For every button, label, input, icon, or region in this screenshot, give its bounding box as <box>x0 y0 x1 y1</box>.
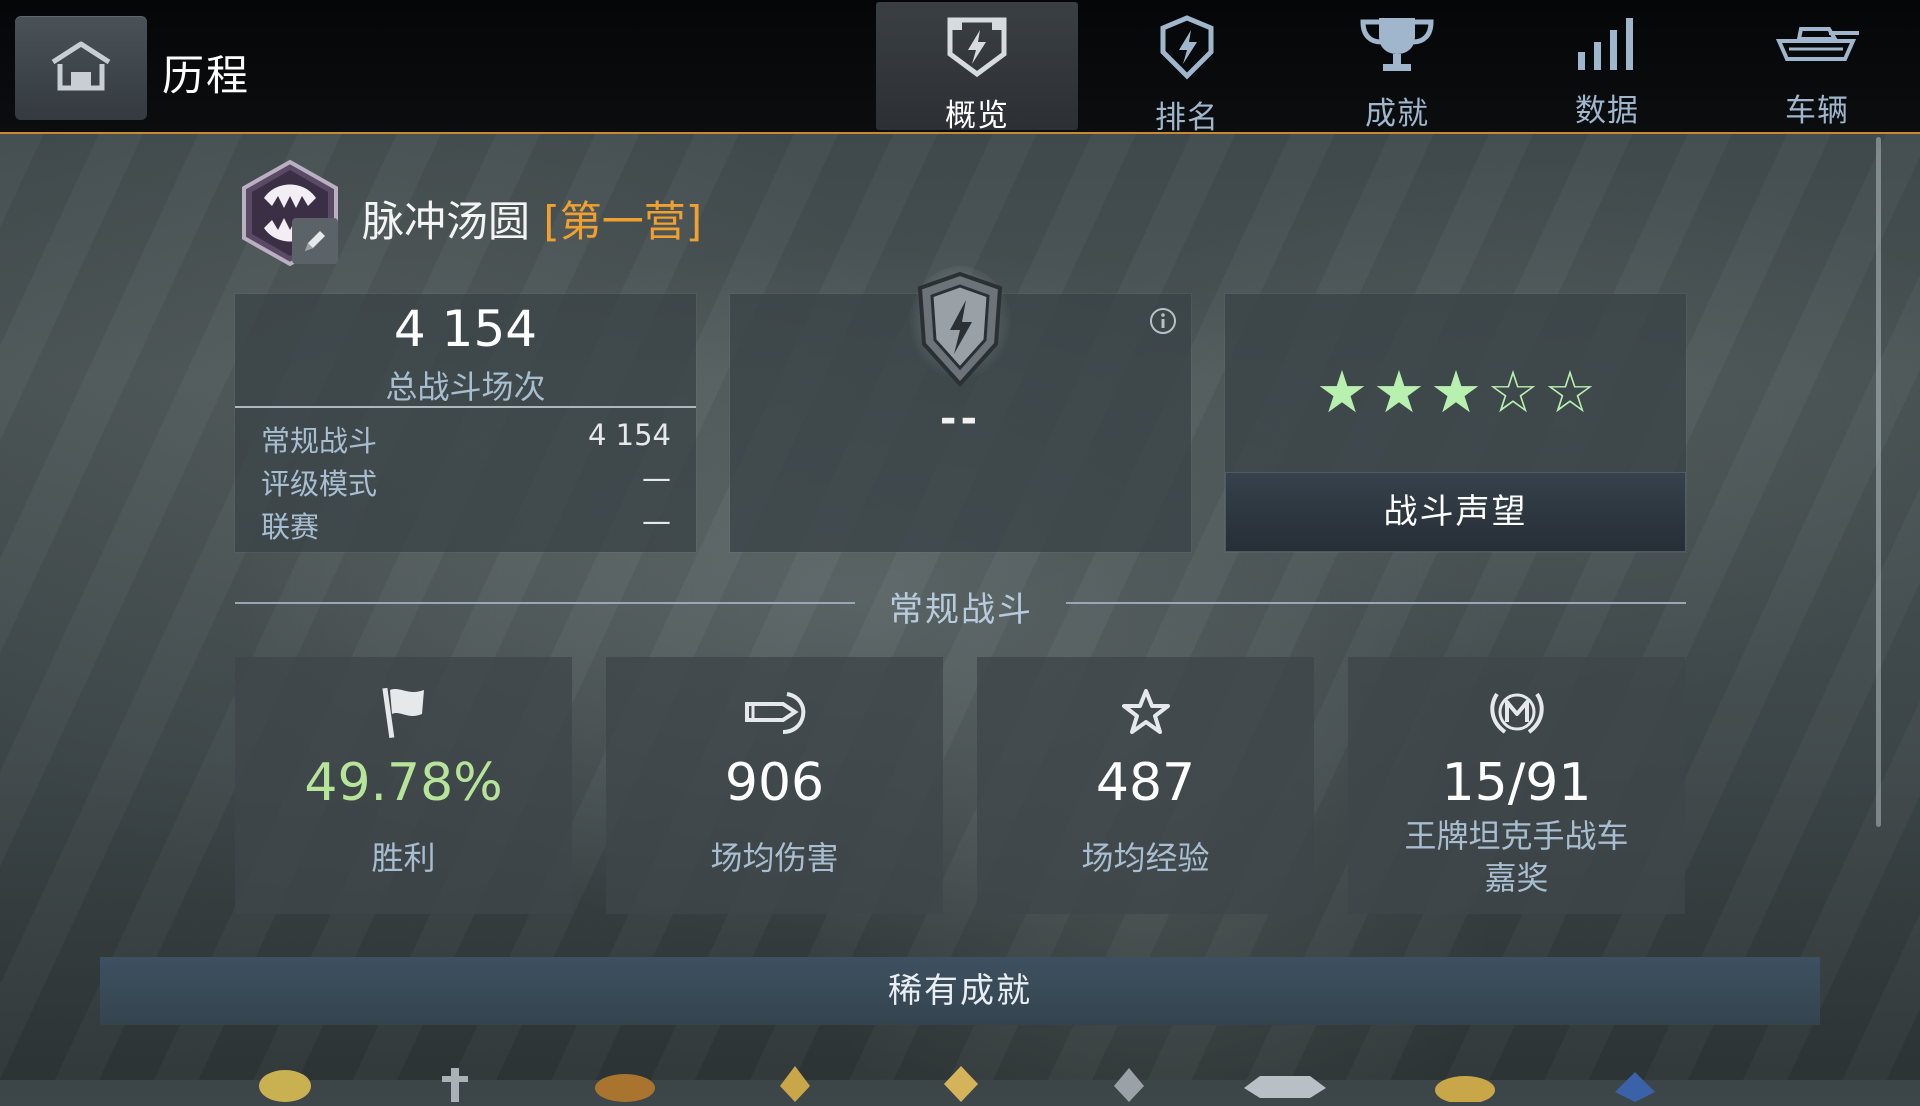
mastery-m-icon <box>1348 682 1685 742</box>
pencil-icon[interactable] <box>292 218 338 264</box>
medal-icon[interactable] <box>1094 1062 1164 1102</box>
section-divider-left <box>235 602 855 604</box>
tab-achievements[interactable]: 成就 <box>1296 2 1498 132</box>
stat-card-ace-mastery[interactable]: 15/91 王牌坦克手战车 嘉奖 <box>1348 657 1685 914</box>
star-empty-icon: ☆ <box>1544 358 1596 426</box>
battles-panel: 4 154 总战斗场次 常规战斗 4 154 评级模式 — 联赛 — <box>235 294 696 552</box>
battle-row-value: 4 154 <box>587 418 671 452</box>
rank-value: -- <box>939 396 982 442</box>
battle-row-random: 常规战斗 4 154 <box>261 418 671 460</box>
tab-label: 数据 <box>1575 93 1639 129</box>
clan-tag[interactable]: [第一营] <box>543 197 702 246</box>
medal-icon[interactable] <box>590 1062 660 1102</box>
battle-row-league: 联赛 — <box>261 504 671 546</box>
star-filled-icon: ★ <box>1373 358 1425 426</box>
rank-shield-icon <box>908 266 1012 396</box>
stat-value: 487 <box>1095 753 1196 813</box>
player-emblem[interactable] <box>236 158 344 268</box>
top-bar: 历程 概览 排名 成就 数据 车辆 <box>0 0 1920 136</box>
rank-badge-icon <box>1157 14 1217 80</box>
stat-label: 王牌坦克手战车 嘉奖 <box>1348 815 1685 899</box>
tab-label: 概览 <box>945 98 1009 134</box>
medal-icon[interactable] <box>760 1062 830 1102</box>
hangar-home-icon <box>49 38 113 98</box>
bar-stats-icon <box>1574 14 1640 73</box>
tab-ranking[interactable]: 排名 <box>1086 2 1288 136</box>
battle-row-rating: 评级模式 — <box>261 461 671 503</box>
tank-icon <box>1771 14 1863 73</box>
trophy-icon <box>1357 14 1437 76</box>
medal-icon[interactable] <box>420 1062 490 1102</box>
battle-row-value: — <box>642 461 671 495</box>
stat-label: 胜利 <box>371 839 436 877</box>
stat-label: 场均经验 <box>1081 839 1210 877</box>
rare-achievements-header[interactable]: 稀有成就 <box>100 957 1820 1025</box>
star-filled-icon: ★ <box>1430 358 1482 426</box>
total-battles-value: 4 154 <box>393 300 538 358</box>
player-name: 脉冲汤圆 <box>362 197 531 246</box>
player-name-line: 脉冲汤圆 [第一营] <box>362 188 702 249</box>
battle-row-label: 常规战斗 <box>261 424 378 458</box>
tab-label: 成就 <box>1365 96 1429 132</box>
star-outline-icon <box>977 682 1314 742</box>
stat-label-line: 嘉奖 <box>1484 859 1549 897</box>
stat-value: 15/91 <box>1441 753 1592 813</box>
section-divider-right <box>1066 602 1686 604</box>
battle-row-label: 评级模式 <box>261 467 378 501</box>
stat-label: 场均伤害 <box>710 839 839 877</box>
battle-row-value: — <box>642 504 671 538</box>
divider <box>235 406 696 408</box>
medal-icon[interactable] <box>926 1062 996 1102</box>
medal-icon[interactable] <box>1430 1062 1500 1104</box>
flag-icon <box>235 682 572 742</box>
tab-statistics[interactable]: 数据 <box>1506 2 1708 130</box>
medal-icon[interactable] <box>250 1062 320 1102</box>
info-icon[interactable] <box>1149 307 1177 335</box>
star-empty-icon: ☆ <box>1487 358 1539 426</box>
total-battles-label: 总战斗场次 <box>385 368 546 406</box>
stat-card-avg-damage[interactable]: 906 场均伤害 <box>606 657 943 914</box>
scrollbar[interactable] <box>1876 137 1881 827</box>
tab-label: 排名 <box>1155 100 1219 136</box>
shell-icon <box>606 682 943 742</box>
stat-label-line: 王牌坦克手战车 <box>1404 817 1629 855</box>
star-filled-icon: ★ <box>1316 358 1368 426</box>
stat-card-avg-xp[interactable]: 487 场均经验 <box>977 657 1314 914</box>
page-title: 历程 <box>162 51 251 100</box>
tab-overview[interactable]: 概览 <box>876 2 1078 134</box>
shield-lightning-icon <box>942 14 1012 78</box>
stat-value: 49.78% <box>304 753 503 813</box>
battle-row-label: 联赛 <box>261 510 320 544</box>
battle-reputation-button[interactable]: 战斗声望 <box>1225 472 1686 552</box>
stat-card-win-rate[interactable]: 49.78% 胜利 <box>235 657 572 914</box>
stat-value: 906 <box>724 753 825 813</box>
medal-icon[interactable] <box>1240 1062 1326 1102</box>
mastery-stars: ★ ★ ★ ☆ ☆ <box>1316 358 1596 426</box>
medal-icon[interactable] <box>1600 1062 1670 1102</box>
section-title: 常规战斗 <box>889 590 1033 630</box>
tab-vehicles[interactable]: 车辆 <box>1716 2 1918 130</box>
tab-label: 车辆 <box>1785 93 1849 129</box>
home-button[interactable] <box>15 16 147 120</box>
